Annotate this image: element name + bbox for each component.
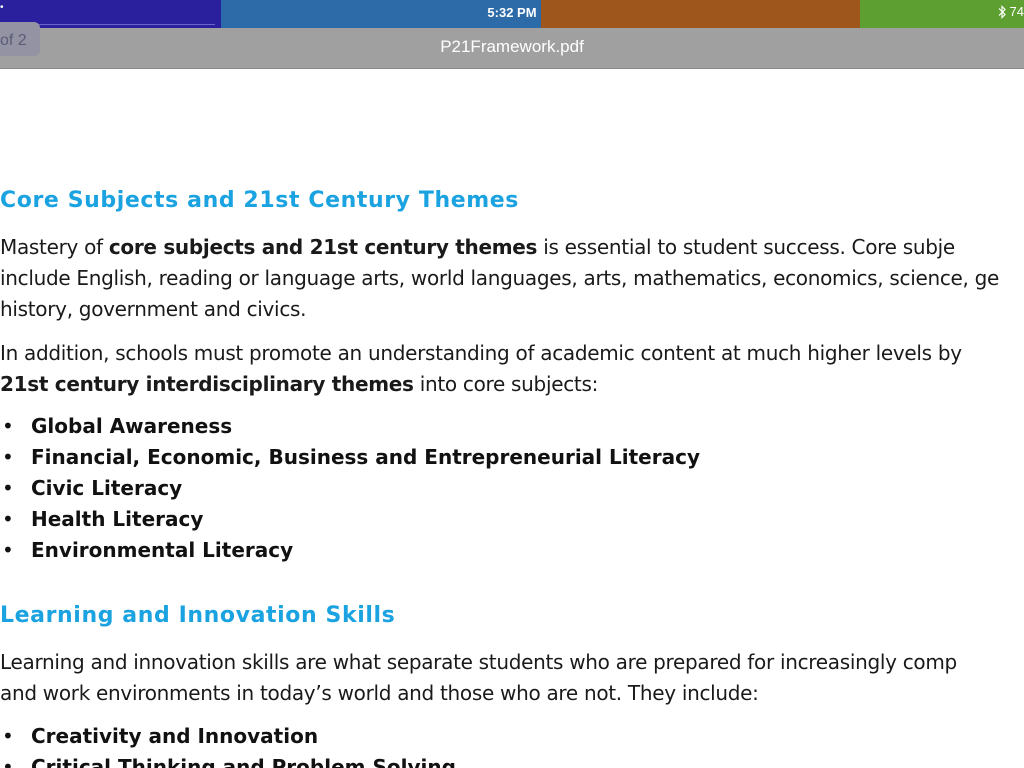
bullet-icon: • xyxy=(2,507,14,531)
text-run: is essential to student success. Core su… xyxy=(537,235,955,259)
bullet-icon: • xyxy=(2,538,14,562)
paragraph-learning-line-2: and work environments in today’s world a… xyxy=(0,681,759,705)
list-item-text: Health Literacy xyxy=(31,507,204,531)
pdf-page[interactable]: Core Subjects and 21st Century Themes Ma… xyxy=(0,70,1024,768)
paragraph-addition-line-2: 21st century interdisciplinary themes in… xyxy=(0,369,598,400)
status-segment-2 xyxy=(221,0,541,28)
paragraph-core-line-3: history, government and civics. xyxy=(0,297,307,321)
list-item-text: Civic Literacy xyxy=(31,476,183,500)
paragraph-core-line-1: Mastery of core subjects and 21st centur… xyxy=(0,232,955,263)
list-item-text: Global Awareness xyxy=(31,414,233,438)
bullet-icon: • xyxy=(2,445,14,469)
paragraph-learning-line-1: Learning and innovation skills are what … xyxy=(0,650,957,674)
list-item-text: Environmental Literacy xyxy=(31,538,294,562)
document-title: P21Framework.pdf xyxy=(440,37,584,56)
bullet-icon: • xyxy=(2,414,14,438)
text-run: into core subjects: xyxy=(413,372,599,396)
list-item-text: Critical Thinking and Problem Solving xyxy=(31,755,456,768)
section-heading-core-subjects: Core Subjects and 21st Century Themes xyxy=(0,188,520,213)
status-bar xyxy=(0,0,1024,28)
bullet-icon: • xyxy=(2,755,14,768)
bluetooth-icon xyxy=(998,4,1006,19)
text-run: Mastery of xyxy=(0,235,109,259)
paragraph-addition-line-1: In addition, schools must promote an und… xyxy=(0,341,962,365)
paragraph-core-line-2: include English, reading or language art… xyxy=(0,266,1000,290)
status-segment-3 xyxy=(541,0,860,28)
section-heading-learning-innovation: Learning and Innovation Skills xyxy=(0,603,396,628)
bullet-icon: • xyxy=(2,724,14,748)
signal-icon: • xyxy=(0,2,4,13)
battery-percent: 74 xyxy=(1009,4,1024,19)
bold-text-run: core subjects and 21st century themes xyxy=(108,235,538,259)
list-item-text: Creativity and Innovation xyxy=(31,724,319,748)
list-item-text: Financial, Economic, Business and Entrep… xyxy=(31,445,700,469)
bold-text-run: 21st century interdisciplinary themes xyxy=(0,372,414,396)
bullet-icon: • xyxy=(2,476,14,500)
status-right: 74 xyxy=(998,4,1024,19)
pdf-toolbar: of 2 P21Framework.pdf xyxy=(0,22,1024,69)
